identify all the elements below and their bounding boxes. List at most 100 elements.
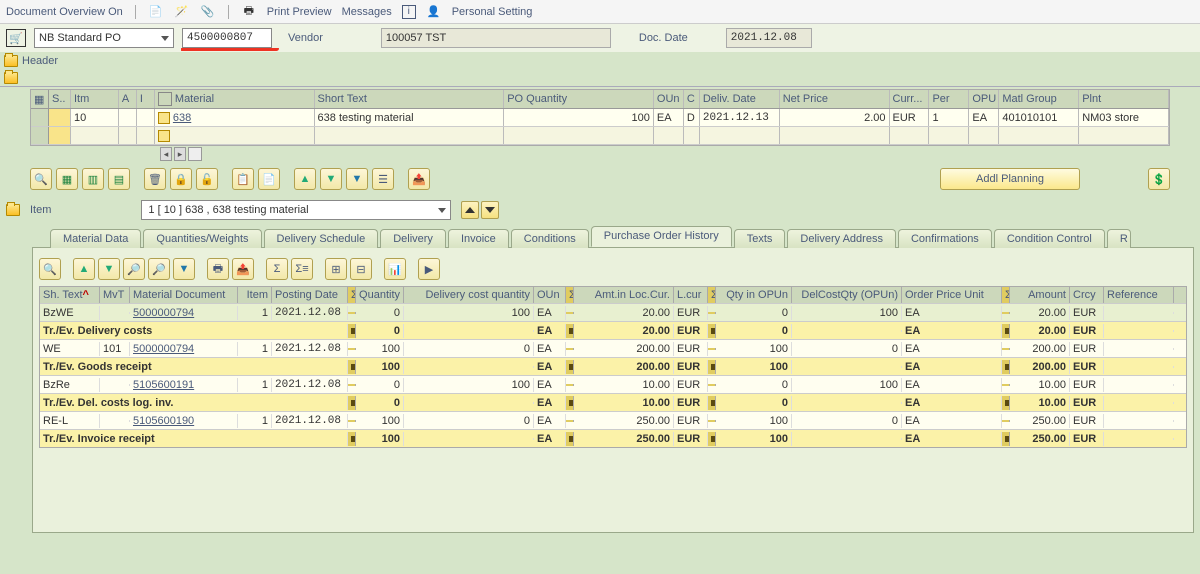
- h-scrollbar[interactable]: ◂ ▸: [30, 146, 1170, 162]
- col-delivery-cost-qty[interactable]: Delivery cost quantity: [404, 287, 534, 303]
- material-document-link[interactable]: 5105600191: [133, 379, 194, 391]
- col-reference[interactable]: Reference: [1104, 287, 1174, 303]
- col-short-text[interactable]: Short Text: [315, 90, 505, 108]
- material-document-link[interactable]: 5105600190: [133, 415, 194, 427]
- col-oun[interactable]: OUn: [534, 287, 566, 303]
- paste-button[interactable]: 📄: [258, 168, 280, 190]
- change-layout-button[interactable]: ⊟: [350, 258, 372, 280]
- col-matl-group[interactable]: Matl Group: [999, 90, 1079, 108]
- details-button[interactable]: 🔍: [39, 258, 61, 280]
- view-button[interactable]: 📊: [384, 258, 406, 280]
- lock-button[interactable]: 🔒: [170, 168, 192, 190]
- menu-print-preview[interactable]: Print Preview: [267, 6, 332, 18]
- tab-material-data[interactable]: Material Data: [50, 229, 141, 248]
- layout-button[interactable]: ⊞: [325, 258, 347, 280]
- po-number-input[interactable]: 4500000807: [182, 28, 272, 48]
- row-selector[interactable]: [31, 127, 49, 144]
- find-button[interactable]: 🔎: [123, 258, 145, 280]
- sort-desc-button[interactable]: ▼: [320, 168, 342, 190]
- col-amt-loc-cur[interactable]: Amt.in Loc.Cur.: [574, 287, 674, 303]
- col-sh-text[interactable]: Sh. Text^: [40, 287, 100, 303]
- tab-confirmations[interactable]: Confirmations: [898, 229, 992, 248]
- col-i[interactable]: I: [137, 90, 155, 108]
- scroll-thumb[interactable]: [188, 147, 202, 161]
- col-plant[interactable]: Plnt: [1079, 90, 1169, 108]
- col-deliv-date[interactable]: Deliv. Date: [700, 90, 780, 108]
- select-all-icon[interactable]: ▦: [31, 90, 49, 108]
- col-a[interactable]: A: [119, 90, 137, 108]
- col-opu[interactable]: OPU: [969, 90, 999, 108]
- delete-item-button[interactable]: 🗑: [144, 168, 166, 190]
- col-po-quantity[interactable]: PO Quantity: [504, 90, 654, 108]
- sum-button[interactable]: Σ: [266, 258, 288, 280]
- tab-purchase-order-history[interactable]: Purchase Order History: [591, 226, 732, 247]
- col-status[interactable]: S..: [49, 90, 71, 108]
- sort-desc-button[interactable]: ▼: [98, 258, 120, 280]
- detail-button[interactable]: 🔍: [30, 168, 52, 190]
- col-material-document[interactable]: Material Document: [130, 287, 238, 303]
- history-row[interactable]: BzRe510560019112021.12.080100EA10.00EUR0…: [40, 375, 1186, 393]
- col-oun[interactable]: OUn: [654, 90, 684, 108]
- tab-invoice[interactable]: Invoice: [448, 229, 509, 248]
- col-sigma4[interactable]: Σ: [1002, 287, 1010, 303]
- scroll-right-icon[interactable]: ▸: [174, 147, 186, 161]
- history-row[interactable]: RE-L510560019012021.12.081000EA250.00EUR…: [40, 411, 1186, 429]
- expand-button[interactable]: ▶: [418, 258, 440, 280]
- col-net-price[interactable]: Net Price: [780, 90, 890, 108]
- refresh-button[interactable]: 💲: [1148, 168, 1170, 190]
- col-material[interactable]: Material: [155, 90, 315, 108]
- menu-personal-setting[interactable]: Personal Setting: [452, 6, 533, 18]
- item-row-empty[interactable]: [31, 127, 1169, 145]
- col-sigma1[interactable]: Σ: [348, 287, 356, 303]
- sort-asc-button[interactable]: ▲: [73, 258, 95, 280]
- tab-delivery-address[interactable]: Delivery Address: [787, 229, 896, 248]
- scroll-left-icon[interactable]: ◂: [160, 147, 172, 161]
- col-item[interactable]: Itm: [71, 90, 119, 108]
- folder-icon[interactable]: [6, 204, 20, 216]
- col-sigma3[interactable]: Σ: [708, 287, 716, 303]
- col-quantity[interactable]: Quantity: [356, 287, 404, 303]
- print-button[interactable]: 🖶: [207, 258, 229, 280]
- unlock-button[interactable]: 🔓: [196, 168, 218, 190]
- history-subtotal-row[interactable]: Tr./Ev. Del. costs log. inv.0EA10.00EUR0…: [40, 393, 1186, 411]
- header-section[interactable]: Header: [0, 53, 1200, 69]
- col-lcur[interactable]: L.cur: [674, 287, 708, 303]
- tab-delivery[interactable]: Delivery: [380, 229, 446, 248]
- history-subtotal-row[interactable]: Tr./Ev. Goods receipt100EA200.00EUR100EA…: [40, 357, 1186, 375]
- filter-button[interactable]: ▼: [173, 258, 195, 280]
- row-selector[interactable]: [31, 109, 49, 126]
- col-c[interactable]: C: [684, 90, 700, 108]
- col-item[interactable]: Item: [238, 287, 272, 303]
- print-preview-icon[interactable]: 🖶: [241, 4, 257, 20]
- history-subtotal-row[interactable]: Tr./Ev. Invoice receipt100EA250.00EUR100…: [40, 429, 1186, 447]
- material-document-link[interactable]: 5000000794: [133, 307, 194, 319]
- info-icon[interactable]: i: [402, 5, 416, 19]
- filter-button[interactable]: ▼: [346, 168, 368, 190]
- item-section-toggle[interactable]: [0, 70, 1200, 86]
- tab-quantities-weights[interactable]: Quantities/Weights: [143, 229, 261, 248]
- menu-messages[interactable]: Messages: [342, 6, 392, 18]
- col-posting-date[interactable]: Posting Date: [272, 287, 348, 303]
- tab-overflow[interactable]: R: [1107, 229, 1131, 248]
- new-doc-icon[interactable]: 📄: [148, 4, 164, 20]
- personal-setting-icon[interactable]: 👤: [426, 4, 442, 20]
- deselect-all-button[interactable]: ▥: [82, 168, 104, 190]
- prev-item-button[interactable]: [461, 201, 479, 219]
- select-all-button[interactable]: ▦: [56, 168, 78, 190]
- col-qty-opun[interactable]: Qty in OPUn: [716, 287, 792, 303]
- tab-condition-control[interactable]: Condition Control: [994, 229, 1105, 248]
- subtotal-button[interactable]: Σ≡: [291, 258, 313, 280]
- item-select[interactable]: 1 [ 10 ] 638 , 638 testing material: [141, 200, 451, 220]
- po-type-select[interactable]: NB Standard PO: [34, 28, 174, 48]
- col-sigma2[interactable]: Σ: [566, 287, 574, 303]
- col-delcostqty-opun[interactable]: DelCostQty (OPUn): [792, 287, 902, 303]
- export-button[interactable]: 📤: [232, 258, 254, 280]
- wizard-icon[interactable]: 🪄: [174, 4, 190, 20]
- col-crcy[interactable]: Crcy: [1070, 287, 1104, 303]
- history-row[interactable]: BzWE500000079412021.12.080100EA20.00EUR0…: [40, 303, 1186, 321]
- tab-delivery-schedule[interactable]: Delivery Schedule: [264, 229, 379, 248]
- item-row[interactable]: 10 638 638 testing material 100 EA D 202…: [31, 109, 1169, 127]
- col-mvt[interactable]: MvT: [100, 287, 130, 303]
- addl-planning-button[interactable]: Addl Planning: [940, 168, 1080, 190]
- select-block-button[interactable]: ▤: [108, 168, 130, 190]
